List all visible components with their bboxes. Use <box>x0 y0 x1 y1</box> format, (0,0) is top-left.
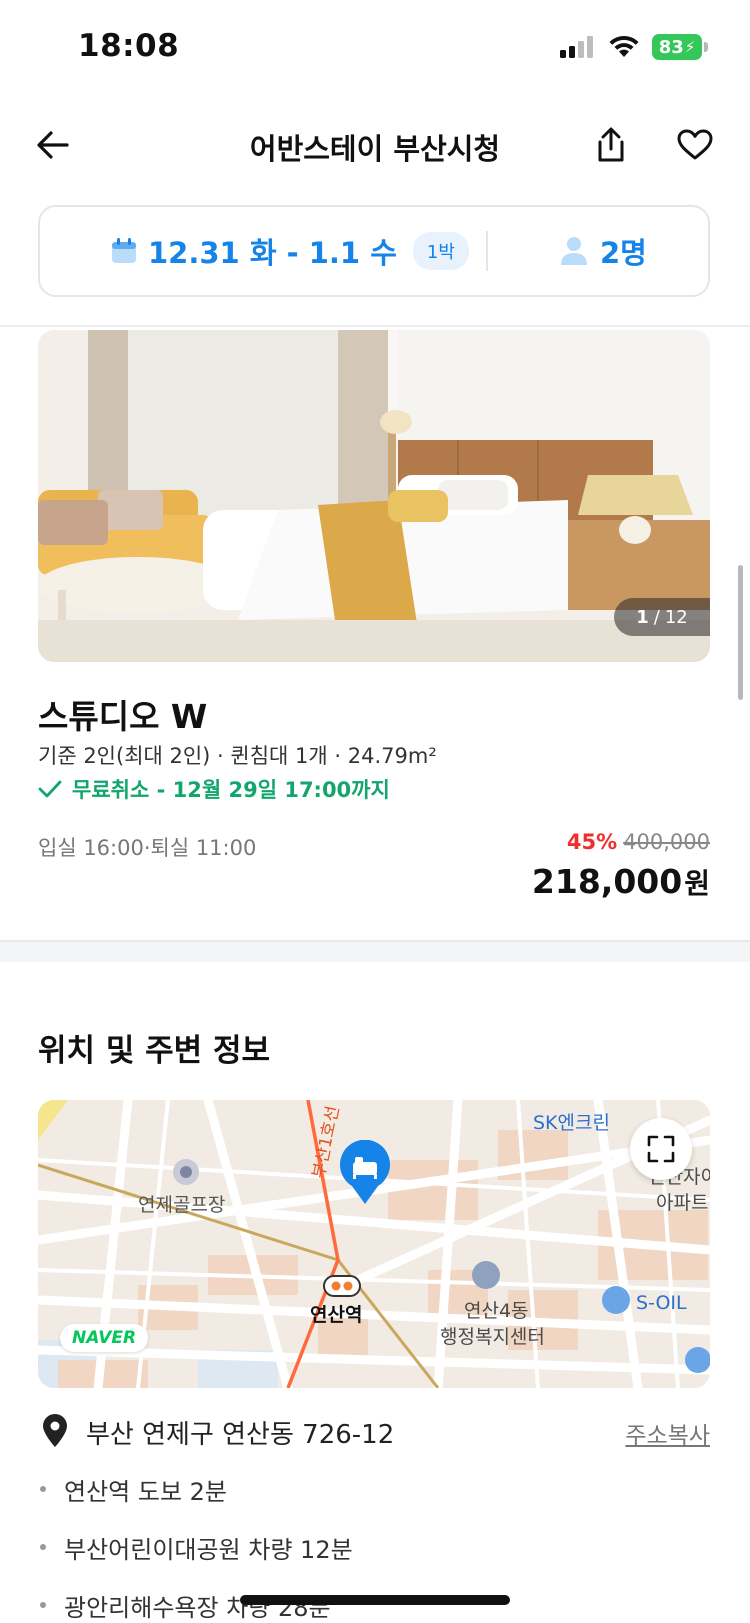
check-in-out-times: 입실 16:00·퇴실 11:00 <box>38 836 257 860</box>
price-currency: 원 <box>684 867 710 900</box>
nearby-item: 연산역 도보 2분 <box>38 1472 353 1530</box>
battery-tip <box>704 42 708 52</box>
map-label-center-2: 행정복지센터 <box>440 1326 545 1348</box>
check-icon <box>38 780 62 798</box>
address-row: 부산 연제구 연산동 726-12 주소복사 <box>38 1410 710 1450</box>
naver-logo: NAVER <box>60 1324 149 1352</box>
status-time: 18:08 <box>78 28 180 64</box>
map-label-sk: SK엔크린 <box>533 1112 610 1134</box>
nearby-item: 광안리해수욕장 차량 28분 <box>38 1588 353 1623</box>
charging-bolt-icon: ⚡ <box>684 38 696 56</box>
map-label-center-1: 연산4동 <box>464 1300 529 1322</box>
home-indicator[interactable] <box>240 1595 510 1605</box>
photo-separator: / <box>653 606 660 628</box>
guest-count-button[interactable]: 2명 <box>560 207 647 295</box>
final-price: 218,000 원 <box>532 862 710 902</box>
battery-level: 83 <box>658 36 684 58</box>
status-icons: 83 ⚡ <box>560 34 708 60</box>
date-range-button[interactable]: 12.31 화 - 1.1 수 1박 <box>110 207 469 295</box>
person-icon <box>561 237 587 265</box>
room-spec: 기준 2인(최대 2인) · 퀸침대 1개 · 24.79m² <box>38 744 437 768</box>
room-photo <box>38 330 710 662</box>
discount-rate: 45% <box>566 830 618 854</box>
status-bar: 18:08 83 ⚡ <box>0 0 750 100</box>
cancellation-policy: 무료취소 - 12월 29일 17:00까지 <box>38 774 390 804</box>
location-pin-icon <box>43 1414 67 1447</box>
calendar-icon <box>112 238 136 263</box>
favorite-button[interactable] <box>670 120 720 170</box>
section-divider <box>0 940 750 962</box>
date-range-text: 12.31 화 - 1.1 수 <box>148 236 397 270</box>
share-icon <box>598 127 624 162</box>
share-button[interactable] <box>586 120 636 170</box>
nearby-item: 부산어린이대공원 차량 12분 <box>38 1530 353 1588</box>
page-title: 어반스테이 부산시청 <box>249 132 501 166</box>
location-map[interactable]: SK엔크린 연산자이 아파트 연제골프장 부산1호선 연산역 연산4동 행정복지… <box>38 1100 710 1388</box>
booking-selector: 12.31 화 - 1.1 수 1박 2명 <box>38 205 710 297</box>
photo-counter: 1 / 12 <box>614 598 710 636</box>
wifi-icon <box>609 35 639 57</box>
room-name: 스튜디오 W <box>38 697 208 736</box>
map-label-soil: S-OIL <box>636 1292 687 1314</box>
top-nav: 어반스테이 부산시청 <box>0 110 750 180</box>
map-label-golf: 연제골프장 <box>138 1194 226 1216</box>
price-amount: 218,000 <box>531 862 683 901</box>
map-label-apt-2: 아파트 <box>656 1192 709 1214</box>
cancellation-text: 무료취소 - 12월 29일 17:00까지 <box>72 778 390 802</box>
expand-icon <box>647 1135 675 1163</box>
photo-total-count: 12 <box>664 606 688 628</box>
address-text: 부산 연제구 연산동 726-12 <box>86 1420 395 1450</box>
divider <box>486 231 488 271</box>
battery-indicator: 83 ⚡ <box>652 34 708 60</box>
hotel-pin-icon[interactable] <box>338 1140 392 1206</box>
location-section-title: 위치 및 주변 정보 <box>38 1033 271 1069</box>
original-price: 400,000 <box>623 830 710 854</box>
map-label-station: 연산역 <box>310 1304 363 1326</box>
copy-address-button[interactable]: 주소복사 <box>625 1416 710 1450</box>
map-expand-button[interactable] <box>630 1118 692 1180</box>
guest-count-text: 2명 <box>600 236 647 270</box>
header-divider <box>0 325 750 327</box>
heart-icon <box>677 129 713 160</box>
nights-badge: 1박 <box>412 232 469 270</box>
signal-icon <box>560 36 593 58</box>
scroll-indicator[interactable] <box>738 565 743 700</box>
photo-current-index: 1 <box>636 606 649 628</box>
room-photo-carousel[interactable]: 1 / 12 <box>38 330 710 662</box>
discount-info: 45% 400,000 <box>567 830 710 854</box>
